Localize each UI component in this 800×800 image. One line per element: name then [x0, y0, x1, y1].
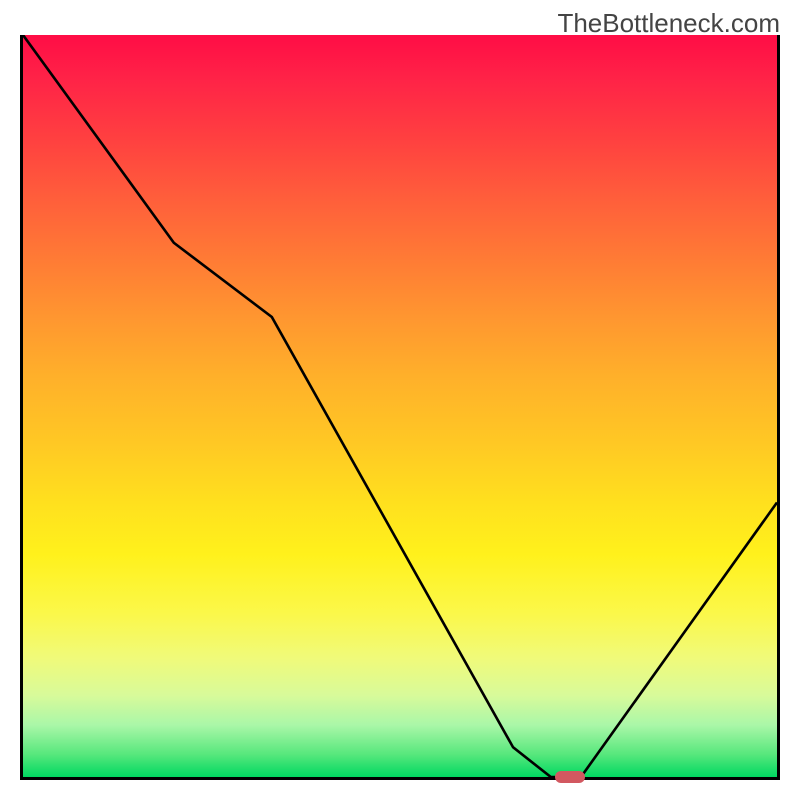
optimal-marker [555, 771, 585, 783]
chart-svg [23, 35, 777, 777]
watermark-text: TheBottleneck.com [557, 8, 780, 39]
bottleneck-curve [23, 35, 777, 777]
chart-frame [20, 35, 780, 780]
